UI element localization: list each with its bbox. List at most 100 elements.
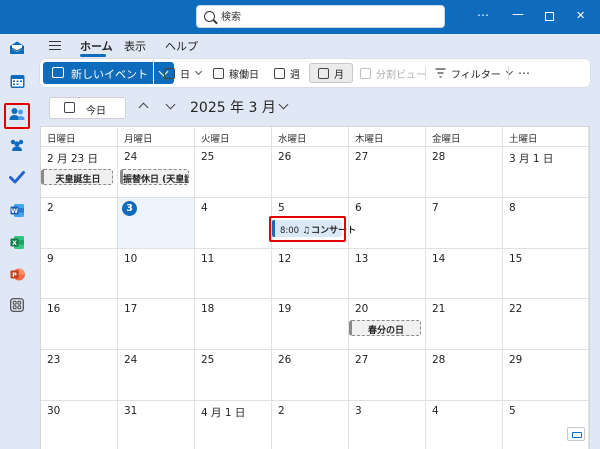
- calendar-day-cell[interactable]: 30: [41, 401, 118, 449]
- calendar-day-cell[interactable]: 26: [272, 147, 349, 198]
- calendar-day-cell[interactable]: 16: [41, 299, 118, 350]
- calendar-day-cell[interactable]: 3: [349, 401, 426, 449]
- tab-help[interactable]: ヘルプ: [165, 38, 198, 54]
- filter-button[interactable]: フィルター: [435, 63, 513, 83]
- calendar-day-cell[interactable]: 29: [503, 350, 589, 401]
- work-week-label: 稼働日: [229, 69, 259, 81]
- rail-people[interactable]: [6, 103, 28, 125]
- calendar-day-cell[interactable]: 14: [426, 249, 503, 299]
- today-button[interactable]: 今日: [49, 97, 126, 119]
- calendar-day-cell[interactable]: 3: [118, 198, 195, 249]
- month-title[interactable]: 2025 年 3 月: [190, 97, 276, 117]
- next-month-button[interactable]: [165, 99, 176, 110]
- new-event-button[interactable]: 新しいイベント: [43, 62, 153, 84]
- calendar-day-cell[interactable]: 4 月 1 日: [195, 401, 272, 449]
- calendar-day-cell[interactable]: 24: [118, 350, 195, 401]
- allday-event[interactable]: 春分の日: [349, 320, 421, 336]
- day-number: 3: [355, 405, 362, 417]
- rail-excel[interactable]: X: [6, 231, 28, 253]
- today-date-badge: 3: [122, 201, 137, 216]
- rail-powerpoint[interactable]: P: [6, 263, 28, 285]
- minimize-button[interactable]: —: [512, 7, 524, 21]
- calendar-day-cell[interactable]: 21: [426, 299, 503, 350]
- calendar-day-cell[interactable]: 9: [41, 249, 118, 299]
- rail-groups[interactable]: [6, 134, 28, 156]
- calendar-day-cell[interactable]: 2: [41, 198, 118, 249]
- rail-mail[interactable]: [6, 37, 28, 59]
- calendar-day-cell[interactable]: 18: [195, 299, 272, 350]
- day-number: 25: [201, 354, 215, 366]
- day-number: 18: [201, 303, 215, 315]
- maximize-button[interactable]: [545, 12, 554, 21]
- filter-icon: [435, 68, 446, 78]
- day-number: 2: [47, 202, 54, 214]
- calendar-day-cell[interactable]: 11: [195, 249, 272, 299]
- calendar-day-cell[interactable]: 25: [195, 350, 272, 401]
- tab-home[interactable]: ホーム: [80, 38, 113, 54]
- allday-event[interactable]: 天皇誕生日: [41, 169, 113, 185]
- rail-calendar[interactable]: [6, 70, 28, 92]
- calendar-day-cell[interactable]: 2: [272, 401, 349, 449]
- day-number: 12: [278, 253, 292, 265]
- calendar-day-cell[interactable]: 5: [503, 401, 589, 449]
- rail-todo[interactable]: [6, 166, 28, 188]
- rail-word[interactable]: W: [6, 199, 28, 221]
- day-view-label: 日: [180, 69, 190, 81]
- day-view-button[interactable]: 日: [164, 63, 203, 83]
- tab-active-indicator: [80, 54, 106, 57]
- more-options-button[interactable]: ⋯: [477, 8, 489, 22]
- split-view-button[interactable]: 分割ビュー: [360, 63, 426, 83]
- calendar-day-cell[interactable]: 27: [349, 147, 426, 198]
- chevron-down-icon[interactable]: [278, 99, 289, 110]
- day-number: 10: [124, 253, 138, 265]
- rail-apps[interactable]: [6, 294, 28, 316]
- calendar-day-cell[interactable]: 13: [349, 249, 426, 299]
- calendar-day-cell[interactable]: 31: [118, 401, 195, 449]
- weekday-header: 土曜日: [503, 127, 589, 147]
- week-view-button[interactable]: 週: [274, 63, 300, 83]
- calendar-day-cell[interactable]: 6: [349, 198, 426, 249]
- previous-month-button[interactable]: [138, 102, 149, 113]
- day-number: 11: [201, 253, 215, 265]
- toolbar-more-button[interactable]: ⋯: [518, 63, 530, 83]
- calendar-day-cell[interactable]: 25: [195, 147, 272, 198]
- calendar-day-cell[interactable]: 4: [426, 401, 503, 449]
- tab-view[interactable]: 表示: [124, 38, 146, 54]
- allday-event[interactable]: 振替休日 (天皇誕: [120, 169, 189, 185]
- word-icon: W: [10, 203, 24, 217]
- calendar-day-cell[interactable]: 15: [503, 249, 589, 299]
- people-icon: [9, 108, 25, 120]
- calendar-day-cell[interactable]: 12: [272, 249, 349, 299]
- day-number: 16: [47, 303, 61, 315]
- search-input[interactable]: [221, 8, 421, 26]
- calendar-day-cell[interactable]: 8: [503, 198, 589, 249]
- title-bar: ⋯ — ✕: [0, 0, 600, 34]
- calendar-day-cell[interactable]: 28: [426, 350, 503, 401]
- calendar-day-cell[interactable]: 4: [195, 198, 272, 249]
- day-number: 15: [509, 253, 523, 265]
- svg-text:X: X: [11, 239, 16, 247]
- calendar-day-cell[interactable]: 19: [272, 299, 349, 350]
- day-number: 4 月 1 日: [201, 407, 246, 419]
- calendar-day-cell[interactable]: 27: [349, 350, 426, 401]
- calendar-day-cell[interactable]: 28: [426, 147, 503, 198]
- work-week-button[interactable]: 稼働日: [213, 63, 259, 83]
- calendar-day-cell[interactable]: 17: [118, 299, 195, 350]
- close-button[interactable]: ✕: [576, 9, 585, 22]
- day-number: 28: [432, 151, 446, 163]
- search-box[interactable]: [196, 5, 445, 28]
- calendar-icon: [10, 74, 24, 88]
- calendar-day-cell[interactable]: 22: [503, 299, 589, 350]
- day-number: 8: [509, 202, 516, 214]
- calendar-day-cell[interactable]: 3 月 1 日: [503, 147, 589, 198]
- calendar-day-cell[interactable]: 7: [426, 198, 503, 249]
- day-number: 20: [355, 303, 369, 315]
- month-view-button[interactable]: 月: [318, 63, 344, 83]
- mini-view-toggle-button[interactable]: [567, 427, 585, 441]
- hamburger-menu-icon[interactable]: [49, 41, 61, 50]
- calendar-day-cell[interactable]: 26: [272, 350, 349, 401]
- day-number: 29: [509, 354, 523, 366]
- search-icon: [204, 11, 215, 22]
- calendar-day-cell[interactable]: 23: [41, 350, 118, 401]
- calendar-day-cell[interactable]: 10: [118, 249, 195, 299]
